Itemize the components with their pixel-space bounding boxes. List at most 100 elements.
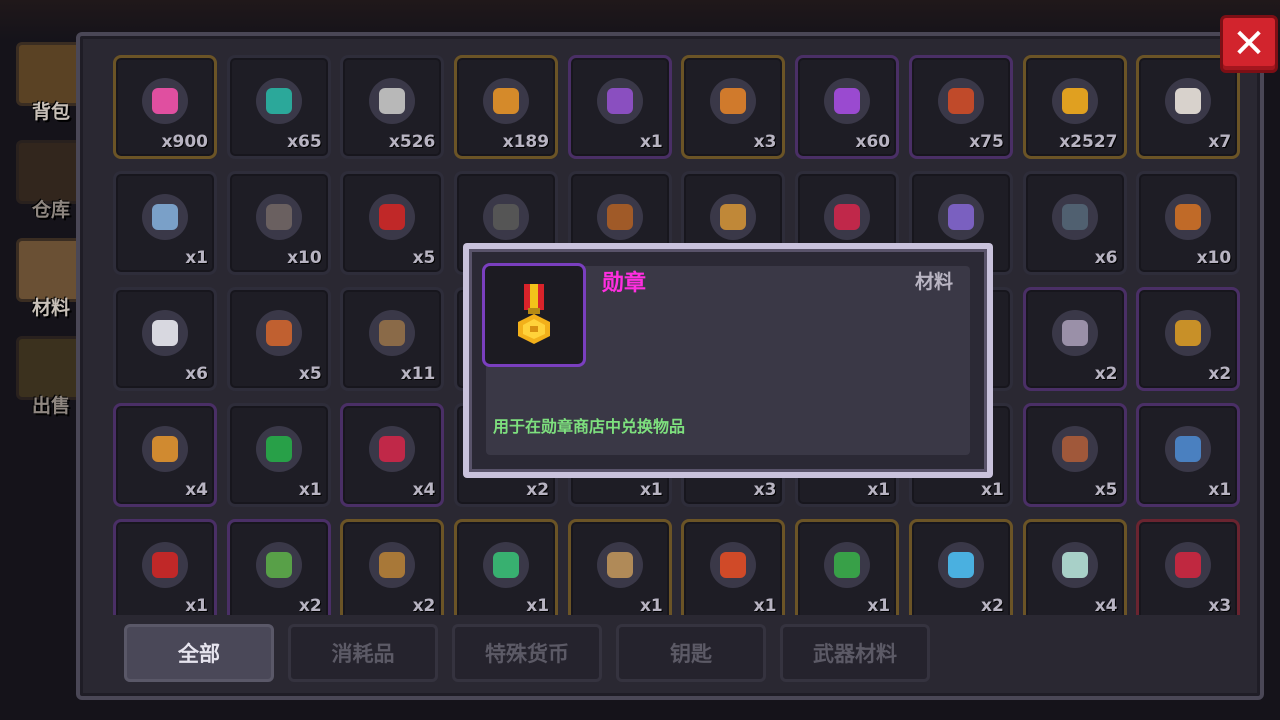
inventory-slot[interactable]: x2 <box>340 519 445 615</box>
inventory-slot[interactable]: x10 <box>226 171 331 275</box>
purple-token-icon <box>824 78 871 125</box>
inventory-slot[interactable]: x4 <box>113 403 217 507</box>
tab-keys[interactable]: 钥匙 <box>616 624 766 682</box>
hidden-icon <box>596 194 643 241</box>
inventory-slot[interactable]: x65 <box>226 55 331 159</box>
tooltip-icon-box <box>482 263 586 367</box>
item-count: x2 <box>526 480 550 500</box>
inventory-slot[interactable]: x3 <box>1136 519 1241 615</box>
item-count: x6 <box>185 364 208 384</box>
inventory-slot[interactable]: x60 <box>795 55 900 159</box>
close-button[interactable]: ✕ <box>1220 15 1278 73</box>
inventory-slot[interactable]: x4 <box>1022 519 1127 615</box>
inventory-slot[interactable]: x2 <box>226 519 331 615</box>
inventory-slot[interactable]: x2 <box>1022 287 1127 391</box>
tab-special-currency[interactable]: 特殊货币 <box>452 624 602 682</box>
crossbow-icon <box>369 542 416 589</box>
item-count: x1 <box>981 480 1004 500</box>
tab-all[interactable]: 全部 <box>124 624 274 682</box>
tab-weapon-materials[interactable]: 武器材料 <box>780 624 930 682</box>
blue-crystal-icon <box>937 542 984 589</box>
tooltip-title: 勋章 <box>602 271 647 296</box>
side-tab-label: 材料 <box>31 297 70 319</box>
item-count: x1 <box>185 248 208 268</box>
orange-key-icon <box>710 78 757 125</box>
inventory-slot[interactable]: x11 <box>340 287 445 391</box>
teal-coin-icon <box>255 78 302 125</box>
item-count: x11 <box>400 364 436 384</box>
item-count: x1 <box>185 596 208 615</box>
inventory-slot[interactable]: x1 <box>567 55 672 159</box>
item-icon-shape <box>834 204 861 231</box>
item-count: x189 <box>502 132 550 152</box>
item-count: x1 <box>639 596 663 615</box>
hidden-icon <box>483 194 530 241</box>
item-count: x1 <box>298 480 322 500</box>
inventory-slot[interactable]: x1 <box>1136 403 1241 507</box>
pickaxe-icon <box>596 542 643 589</box>
item-count: x2527 <box>1059 132 1118 152</box>
inventory-slot[interactable]: x2 <box>908 519 1013 615</box>
item-count: x2 <box>298 596 322 615</box>
inventory-slot[interactable]: x5 <box>226 287 331 391</box>
whip-icon <box>369 426 416 473</box>
item-count: x65 <box>287 132 322 152</box>
inventory-slot[interactable]: x1 <box>454 519 559 615</box>
inventory-slot[interactable]: x1 <box>113 519 217 615</box>
inventory-slot[interactable]: x1 <box>113 171 217 275</box>
side-tab-label: 仓库 <box>31 199 70 221</box>
item-count: x4 <box>412 480 436 500</box>
ring-icon <box>142 426 188 473</box>
inventory-slot[interactable]: x3 <box>681 55 786 159</box>
crossbow-part-icon <box>1051 426 1098 473</box>
item-icon-shape <box>1175 436 1202 463</box>
item-icon-shape <box>834 88 861 115</box>
lantern-icon <box>255 310 302 357</box>
item-count: x5 <box>412 248 436 268</box>
inventory-slot[interactable]: x6 <box>1022 171 1127 275</box>
item-count: x7 <box>1208 132 1232 152</box>
item-count: x6 <box>1094 248 1118 268</box>
inventory-slot[interactable]: x4 <box>340 403 445 507</box>
inventory-slot[interactable]: x189 <box>454 55 559 159</box>
green-plant-icon <box>255 542 302 589</box>
side-tab-label: 出售 <box>31 395 70 417</box>
inventory-slot[interactable]: x75 <box>908 55 1013 159</box>
inventory-slot[interactable]: x1 <box>681 519 786 615</box>
green-gear-icon <box>483 542 530 589</box>
item-icon-shape <box>265 204 292 231</box>
item-icon-shape <box>152 320 178 347</box>
red-potion-icon <box>142 542 188 589</box>
gear-ring-icon <box>1051 310 1098 357</box>
inventory-slot[interactable]: x526 <box>340 55 445 159</box>
item-icon-shape <box>1175 552 1202 579</box>
inventory-slot[interactable]: x10 <box>1136 171 1241 275</box>
item-icon-shape <box>720 88 747 115</box>
tooltip-description: 用于在勋章商店中兑换物品 <box>493 417 686 436</box>
item-icon-shape <box>947 204 974 231</box>
item-icon-shape <box>379 88 406 115</box>
blue-blade-icon <box>1165 426 1212 473</box>
side-tab-label: 背包 <box>31 101 70 123</box>
inventory-slot[interactable]: x5 <box>340 171 445 275</box>
inventory-slot[interactable]: x1 <box>567 519 672 615</box>
inventory-slot[interactable]: x1 <box>795 519 900 615</box>
inventory-slot[interactable]: x900 <box>113 55 217 159</box>
inventory-slot[interactable]: x6 <box>113 287 217 391</box>
green-eye-icon <box>255 426 302 473</box>
item-icon-shape <box>1061 88 1088 115</box>
inventory-slot[interactable]: x1 <box>226 403 331 507</box>
item-icon-shape <box>493 552 520 579</box>
item-count: x1 <box>867 480 891 500</box>
inventory-slot[interactable]: x2527 <box>1022 55 1127 159</box>
tab-consumables[interactable]: 消耗品 <box>288 624 438 682</box>
item-icon-shape <box>152 204 178 231</box>
item-count: x10 <box>287 248 322 268</box>
green-boot-icon <box>824 542 871 589</box>
item-icon-shape <box>379 552 406 579</box>
item-count: x10 <box>1196 248 1232 268</box>
item-count: x1 <box>867 596 891 615</box>
inventory-slot[interactable]: x2 <box>1136 287 1241 391</box>
inventory-slot[interactable]: x5 <box>1022 403 1127 507</box>
item-count: x900 <box>161 132 208 152</box>
